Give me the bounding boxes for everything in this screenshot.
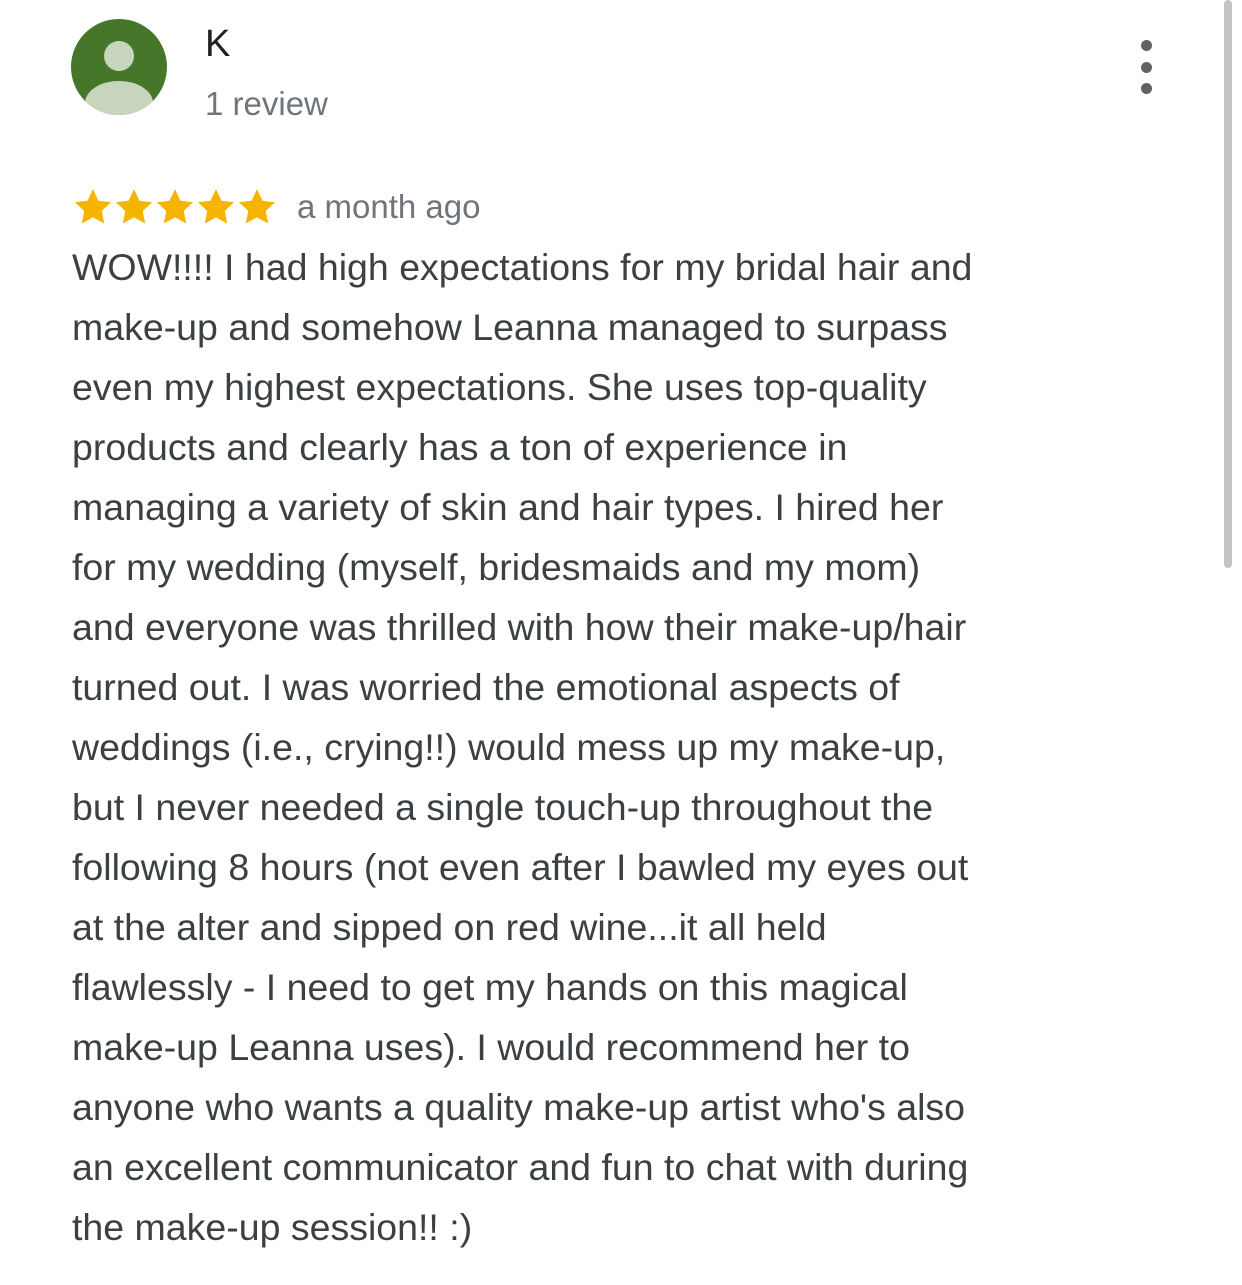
review-text-line: anyone who wants a quality make-up artis…: [72, 1086, 966, 1128]
star-filled-icon: [74, 189, 112, 224]
review-text-line: but I never needed a single touch-up thr…: [72, 786, 934, 828]
review-text-line: make-up Leanna uses). I would recommend …: [72, 1026, 910, 1068]
review-card: K 1 review a month ago WOW!!!! I had hig…: [0, 0, 1242, 1285]
review-text-line: following 8 hours (not even after I bawl…: [72, 846, 969, 888]
review-text-line: at the alter and sipped on red wine...it…: [72, 906, 827, 948]
review-date: a month ago: [297, 188, 481, 225]
star-filled-icon: [156, 189, 194, 224]
review-text-line: WOW!!!! I had high expectations for my b…: [72, 246, 973, 288]
more-vert-icon-dot-1: [1140, 40, 1152, 51]
review-text-line: weddings (i.e., crying!!) would mess up …: [72, 726, 946, 768]
review-text-line: an excellent communicator and fun to cha…: [72, 1146, 969, 1188]
author-name[interactable]: K: [205, 22, 230, 66]
star-filled-icon: [197, 189, 235, 224]
review-text-line: turned out. I was worried the emotional …: [72, 666, 900, 708]
review-text-line: flawlessly - I need to get my hands on t…: [72, 966, 908, 1008]
rating-row: a month ago: [72, 183, 480, 231]
person-icon: [85, 41, 153, 115]
more-vert-icon-dot-3: [1140, 83, 1152, 94]
scrollbar-thumb[interactable]: [1224, 0, 1232, 568]
more-options-button[interactable]: [1124, 40, 1168, 94]
star-rating: [72, 186, 277, 228]
review-text-line: managing a variety of skin and hair type…: [72, 486, 944, 528]
review-text: WOW!!!! I had high expectations for my b…: [72, 237, 1112, 1257]
review-text-line: even my highest expectations. She uses t…: [72, 366, 927, 408]
review-text-line: make-up and somehow Leanna managed to su…: [72, 306, 948, 348]
author-avatar[interactable]: [71, 19, 167, 115]
review-text-line: for my wedding (myself, bridesmaids and …: [72, 546, 921, 588]
star-filled-icon: [238, 189, 276, 224]
review-text-line: products and clearly has a ton of experi…: [72, 426, 848, 468]
review-text-line: the make-up session!! :): [72, 1206, 473, 1248]
review-text-line: and everyone was thrilled with how their…: [72, 606, 967, 648]
star-filled-icon: [115, 189, 153, 224]
more-vert-icon-dot-2: [1140, 61, 1152, 73]
author-review-count[interactable]: 1 review: [205, 84, 328, 124]
